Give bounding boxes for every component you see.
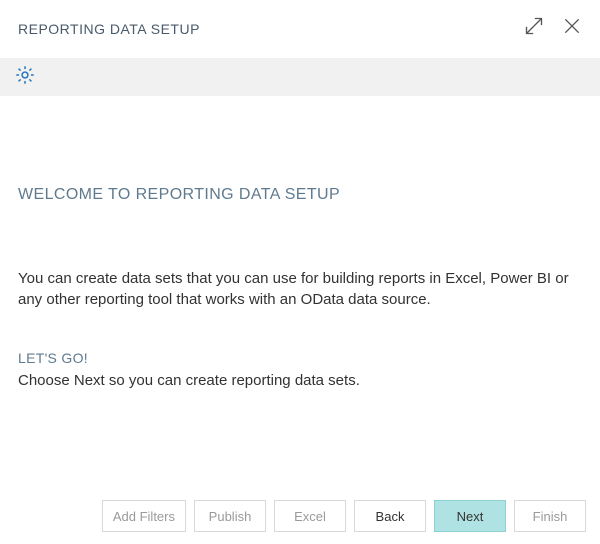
lets-go-heading: LET'S GO! [18,350,582,366]
finish-button: Finish [514,500,586,532]
toolbar [0,58,600,96]
content-area: WELCOME TO REPORTING DATA SETUP You can … [0,96,600,389]
close-icon[interactable] [562,16,582,41]
lets-go-body: Choose Next so you can create reporting … [18,372,582,389]
publish-button: Publish [194,500,266,532]
page-title: REPORTING DATA SETUP [18,21,200,37]
expand-icon[interactable] [524,16,544,41]
back-button[interactable]: Back [354,500,426,532]
next-button[interactable]: Next [434,500,506,532]
gear-icon[interactable] [14,64,36,91]
add-filters-button: Add Filters [102,500,186,532]
titlebar: REPORTING DATA SETUP [0,0,600,58]
welcome-body: You can create data sets that you can us… [18,268,582,310]
wizard-footer: Add Filters Publish Excel Back Next Fini… [102,500,586,532]
welcome-heading: WELCOME TO REPORTING DATA SETUP [18,186,582,204]
excel-button: Excel [274,500,346,532]
titlebar-actions [524,16,582,41]
